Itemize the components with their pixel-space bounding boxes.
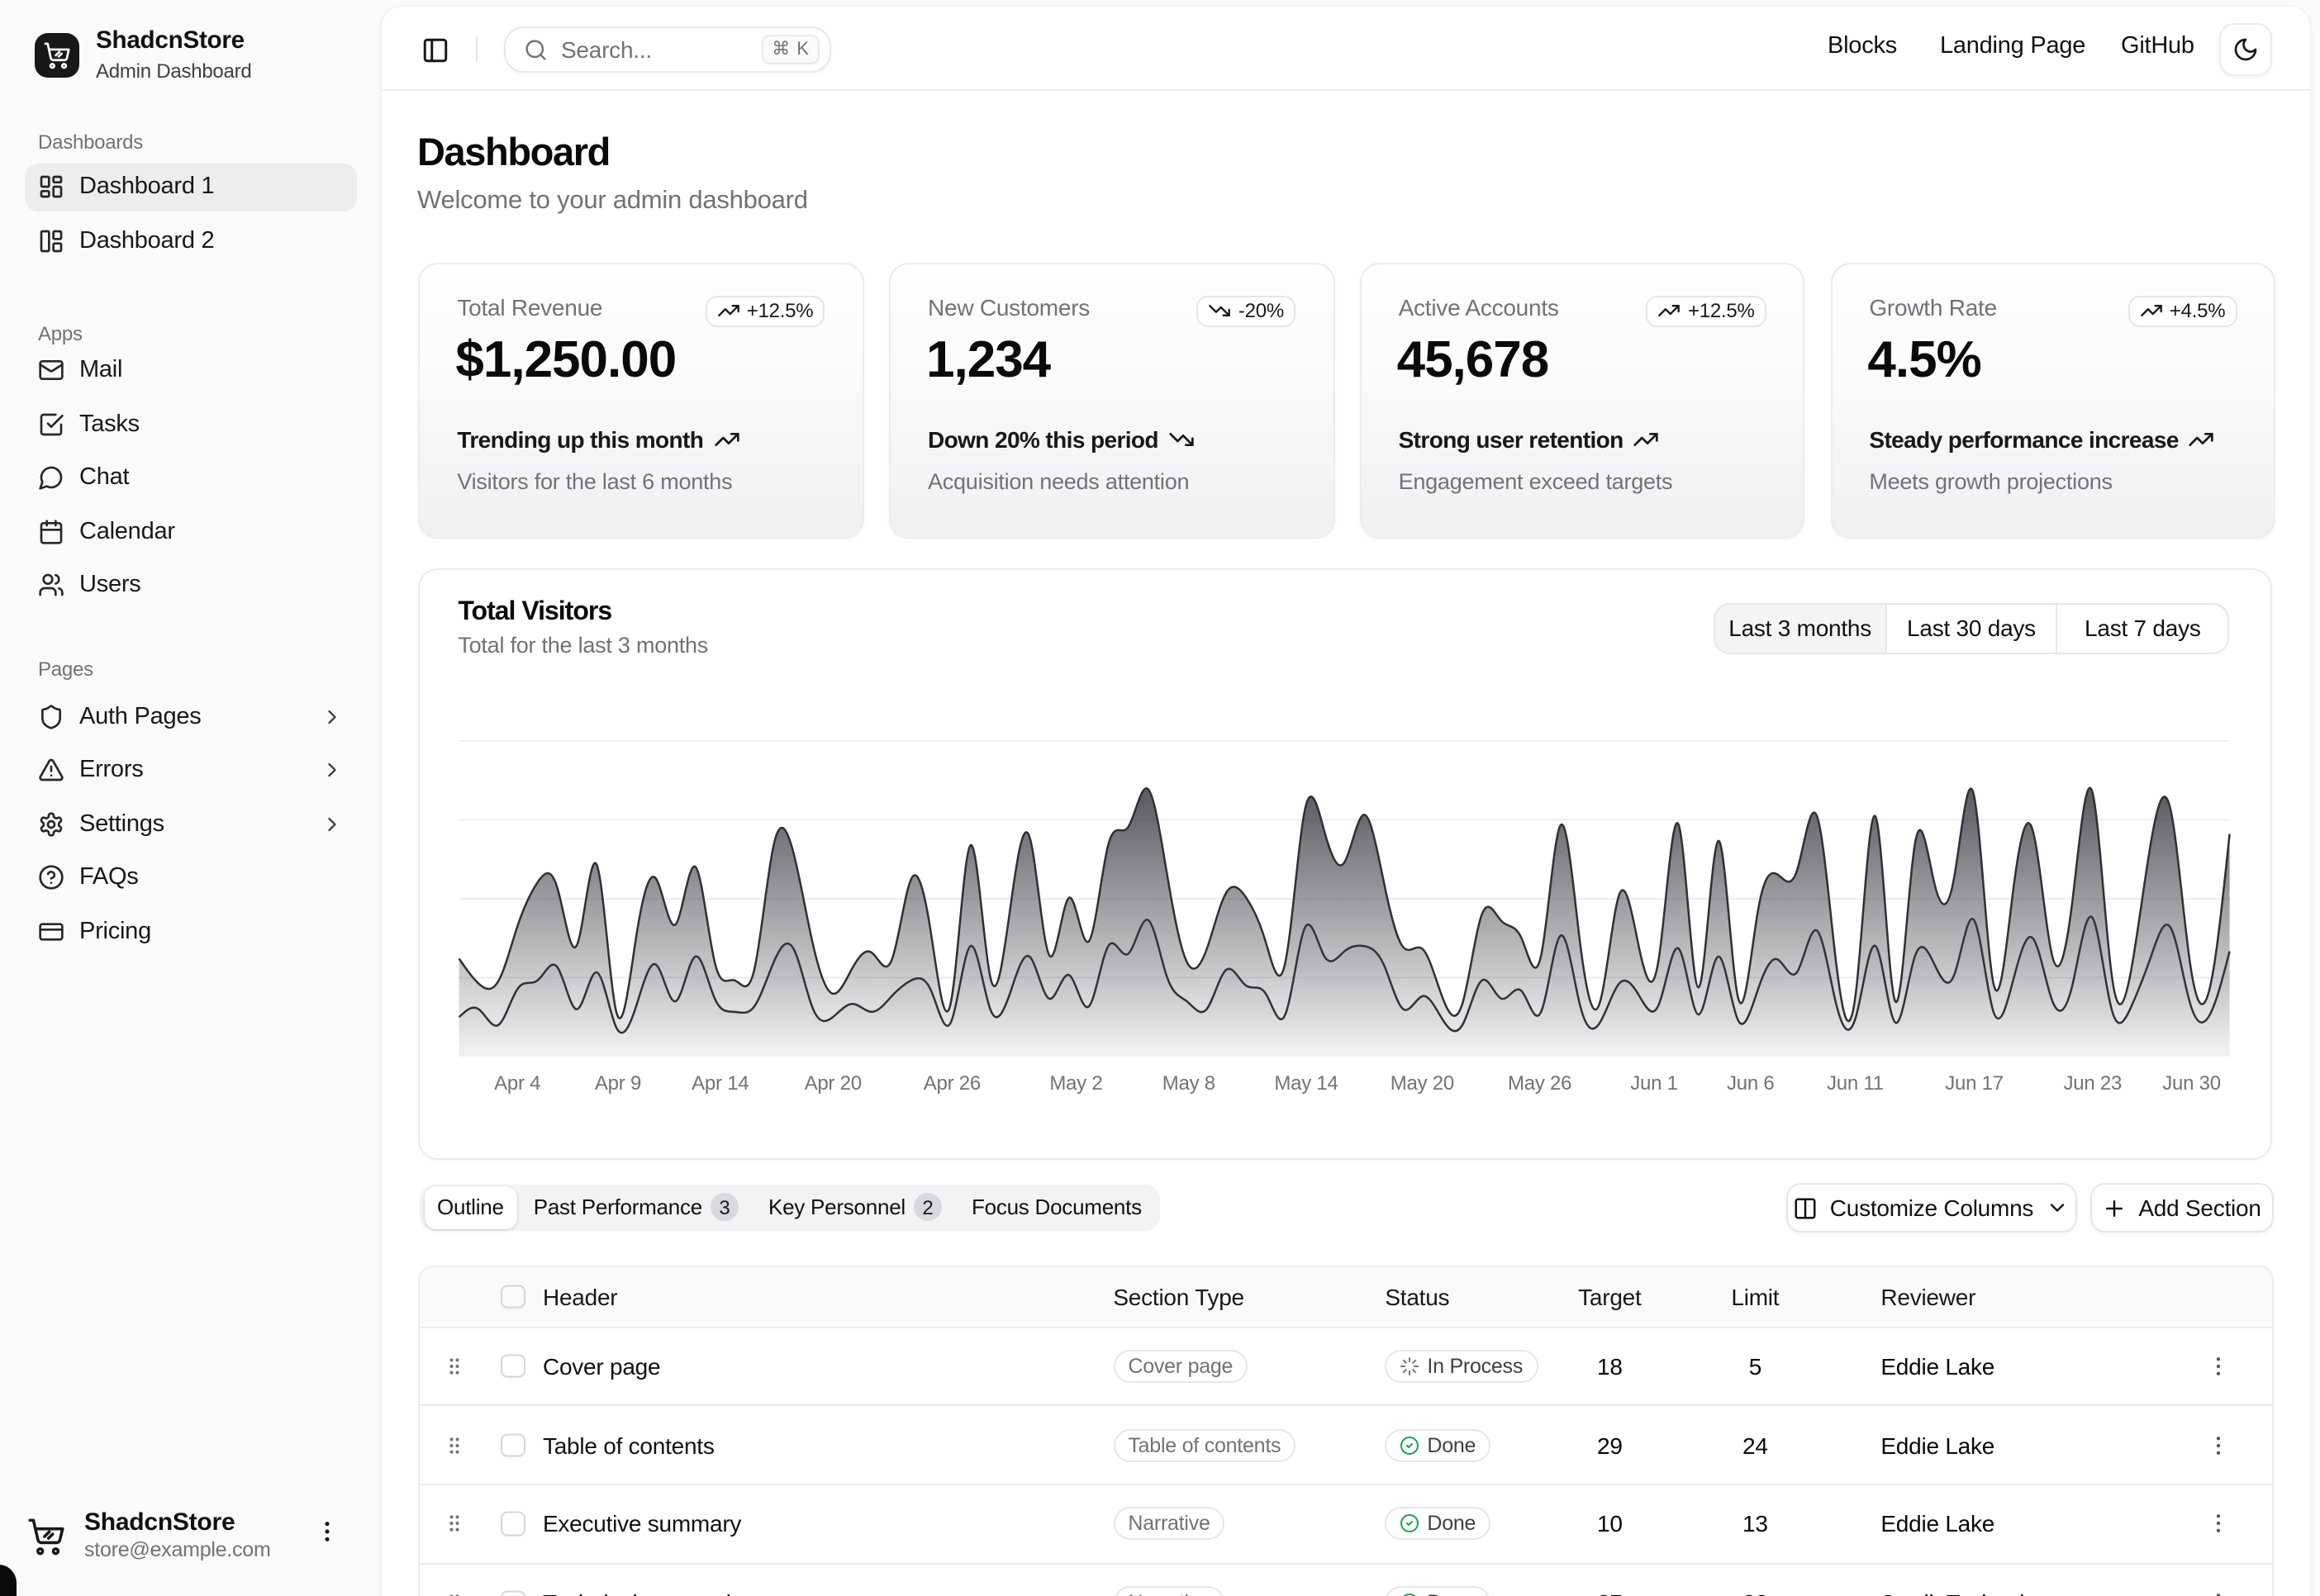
svg-text:May 26: May 26 [1508, 1072, 1571, 1095]
svg-text:Jun 30: Jun 30 [2163, 1072, 2222, 1095]
svg-text:Apr 9: Apr 9 [595, 1072, 641, 1095]
svg-text:Apr 4: Apr 4 [495, 1072, 541, 1095]
svg-text:Jun 6: Jun 6 [1727, 1072, 1774, 1095]
svg-text:Apr 26: Apr 26 [924, 1072, 981, 1095]
svg-text:May 2: May 2 [1050, 1072, 1103, 1095]
svg-text:Jun 23: Jun 23 [2064, 1072, 2123, 1095]
svg-text:Jun 17: Jun 17 [1946, 1072, 2004, 1095]
svg-text:Jun 1: Jun 1 [1631, 1072, 1678, 1095]
svg-text:May 14: May 14 [1275, 1072, 1338, 1095]
svg-text:May 20: May 20 [1391, 1072, 1454, 1095]
svg-text:Jun 11: Jun 11 [1827, 1072, 1884, 1095]
svg-text:May 8: May 8 [1162, 1072, 1215, 1095]
svg-text:Apr 20: Apr 20 [805, 1072, 862, 1095]
svg-text:Apr 14: Apr 14 [692, 1072, 749, 1095]
